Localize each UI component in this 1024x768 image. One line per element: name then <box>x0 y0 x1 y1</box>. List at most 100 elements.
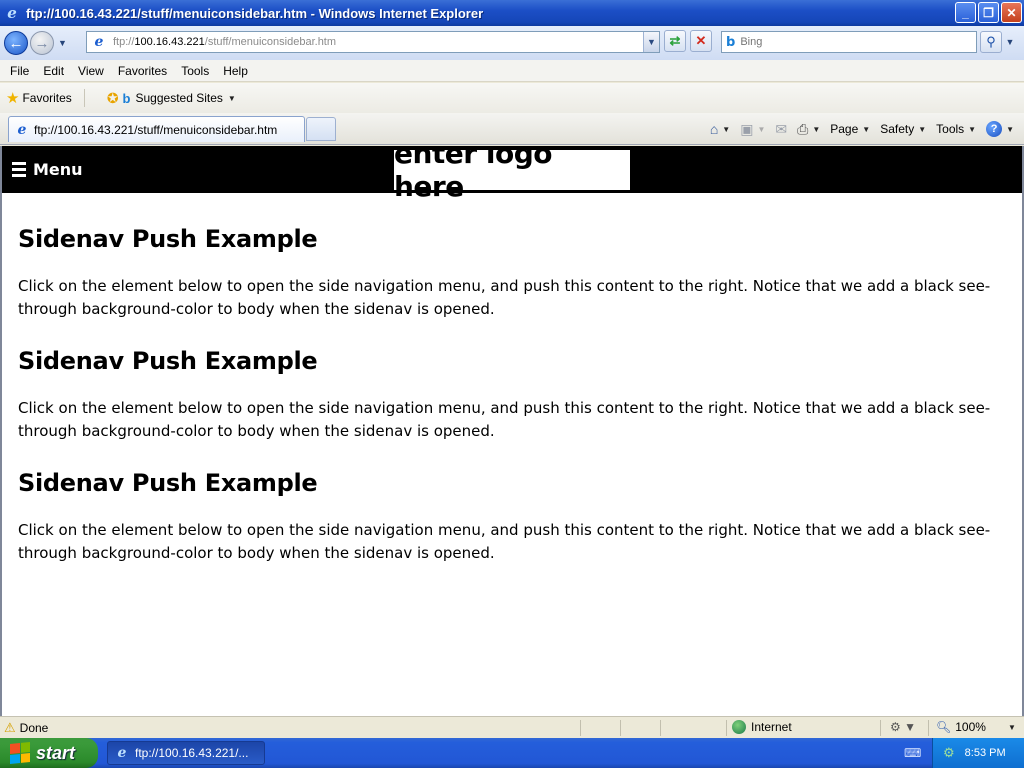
status-divider <box>580 720 581 736</box>
home-icon: ⌂ <box>709 121 719 137</box>
window-controls: _ ❐ ✕ <box>955 2 1022 23</box>
menu-help[interactable]: Help <box>216 64 255 78</box>
favorites-bar: ★ Favorites ✪ b Suggested Sites ▼ <box>0 83 1024 113</box>
address-dropdown-button[interactable]: ▼ <box>643 32 659 52</box>
suggested-sites-button[interactable]: b Suggested Sites ▼ <box>123 91 236 106</box>
tab-bar: e ftp://100.16.43.221/stuff/menuiconside… <box>0 113 1024 145</box>
sidenav-menu-toggle[interactable]: Menu <box>12 160 83 179</box>
maximize-button[interactable]: ❐ <box>978 2 999 23</box>
minimize-button[interactable]: _ <box>955 2 976 23</box>
section-paragraph: Click on the element below to open the s… <box>18 399 991 440</box>
chevron-down-icon: ▼ <box>1007 722 1016 732</box>
globe-icon <box>732 720 746 734</box>
keyboard-icon[interactable]: ⌨ <box>904 746 921 760</box>
site-logo: enter logo here <box>394 146 630 203</box>
url-scheme: ftp:// <box>113 36 135 48</box>
menu-favorites[interactable]: Favorites <box>111 64 174 78</box>
menu-view[interactable]: View <box>71 64 111 78</box>
favorites-label: Favorites <box>22 91 72 105</box>
section-heading: Sidenav Push Example <box>18 469 318 497</box>
safety-menu-button[interactable]: Safety ▼ <box>876 119 930 139</box>
chevron-down-icon: ▼ <box>968 124 977 134</box>
new-tab-button[interactable] <box>306 117 336 141</box>
back-button[interactable]: ← <box>4 31 28 55</box>
content-section: Sidenav Push Example Click on the elemen… <box>18 225 1006 321</box>
content-section: Sidenav Push Example Click on the elemen… <box>18 347 1006 443</box>
zoom-level: 100% <box>955 720 986 734</box>
chevron-down-icon: ▼ <box>918 124 927 134</box>
status-bar: ⚠ Done Internet ⚙ ▼ 🔍︎ 100% ▼ <box>0 716 1024 738</box>
tools-menu-button[interactable]: Tools ▼ <box>932 119 980 139</box>
status-divider <box>726 720 727 736</box>
security-zone[interactable]: Internet <box>732 720 792 734</box>
section-paragraph: Click on the element below to open the s… <box>18 521 991 562</box>
feeds-button[interactable]: ▣ ▼ <box>736 119 769 139</box>
page-icon: e <box>17 121 27 138</box>
favorites-button[interactable]: ★ Favorites <box>0 89 72 107</box>
recent-pages-dropdown[interactable]: ▼ <box>58 38 70 48</box>
network-icon[interactable]: ⚙ <box>943 745 955 761</box>
hamburger-icon <box>12 162 26 177</box>
chevron-down-icon: ▼ <box>812 124 821 134</box>
refresh-icon: ⇄ <box>669 33 681 48</box>
bing-icon: b <box>122 90 131 106</box>
read-mail-button[interactable]: ✉ <box>771 119 791 139</box>
status-divider <box>660 720 661 736</box>
add-to-favorites-icon[interactable]: ✪ <box>107 90 119 107</box>
section-heading: Sidenav Push Example <box>18 225 318 253</box>
protected-mode-icon[interactable]: ⚙ ▼ <box>890 720 916 734</box>
chevron-down-icon: ▼ <box>757 124 766 134</box>
menu-label: Menu <box>33 160 83 179</box>
forward-arrow-icon: → <box>34 34 50 52</box>
tab-current[interactable]: e ftp://100.16.43.221/stuff/menuiconside… <box>8 116 305 142</box>
start-button[interactable]: start <box>0 738 98 768</box>
page-menu-button[interactable]: Page ▼ <box>826 119 874 139</box>
refresh-button[interactable]: ⇄ <box>664 30 686 52</box>
safety-menu-label: Safety <box>880 122 915 136</box>
help-icon: ? <box>986 121 1003 137</box>
printer-icon: ⎙ <box>797 120 809 137</box>
search-options-dropdown[interactable]: ▼ <box>1003 31 1017 53</box>
status-divider <box>928 720 929 736</box>
zoom-control[interactable]: 🔍︎ 100% ▼ <box>936 720 1016 734</box>
close-button[interactable]: ✕ <box>1001 2 1022 23</box>
url-host: 100.16.43.221 <box>134 36 205 48</box>
status-divider <box>880 720 881 736</box>
back-arrow-icon: ← <box>8 34 24 52</box>
chevron-down-icon: ▼ <box>722 124 731 134</box>
suggested-sites-label: Suggested Sites <box>135 91 223 105</box>
section-paragraph: Click on the element below to open the s… <box>18 277 991 318</box>
menu-file[interactable]: File <box>3 64 36 78</box>
tab-label: ftp://100.16.43.221/stuff/menuiconsideba… <box>34 122 278 137</box>
start-label: start <box>36 742 76 763</box>
search-box[interactable]: b <box>721 31 977 53</box>
search-input[interactable] <box>740 36 941 48</box>
home-button[interactable]: ⌂ ▼ <box>706 119 734 139</box>
chevron-down-icon: ▼ <box>862 124 871 134</box>
page-menu-label: Page <box>830 122 859 136</box>
content-section: Sidenav Push Example Click on the elemen… <box>18 469 1006 565</box>
address-url[interactable]: ftp://100.16.43.221/stuff/menuiconsideba… <box>113 36 336 48</box>
bing-icon: b <box>726 34 736 50</box>
search-button[interactable]: ⚲ <box>980 31 1002 53</box>
menu-bar: File Edit View Favorites Tools Help <box>0 60 1024 82</box>
print-button[interactable]: ⎙ ▼ <box>793 119 824 139</box>
status-text: Done <box>19 720 49 735</box>
ie-icon: e <box>117 745 127 761</box>
taskbar-item-ie[interactable]: e ftp://100.16.43.221/... <box>107 741 265 765</box>
help-menu-button[interactable]: ? ▼ <box>982 119 1018 139</box>
zone-label: Internet <box>751 720 792 734</box>
chevron-down-icon: ▼ <box>227 93 236 103</box>
menu-edit[interactable]: Edit <box>36 64 71 78</box>
page-icon: e <box>94 34 104 50</box>
system-tray: ⚙ 8:53 PM <box>932 738 1024 768</box>
forward-button[interactable]: → <box>30 31 54 55</box>
stop-button[interactable]: ✕ <box>690 30 712 52</box>
page-content: Menu enter logo here Sidenav Push Exampl… <box>0 146 1024 716</box>
clock[interactable]: 8:53 PM <box>965 747 1006 759</box>
warning-icon: ⚠ <box>4 719 16 735</box>
site-topnav: Menu enter logo here <box>2 146 1022 203</box>
window-titlebar: e ftp://100.16.43.221/stuff/menuiconside… <box>0 0 1024 26</box>
menu-tools[interactable]: Tools <box>174 64 216 78</box>
address-bar[interactable]: e ftp://100.16.43.221/stuff/menuiconside… <box>86 31 660 53</box>
